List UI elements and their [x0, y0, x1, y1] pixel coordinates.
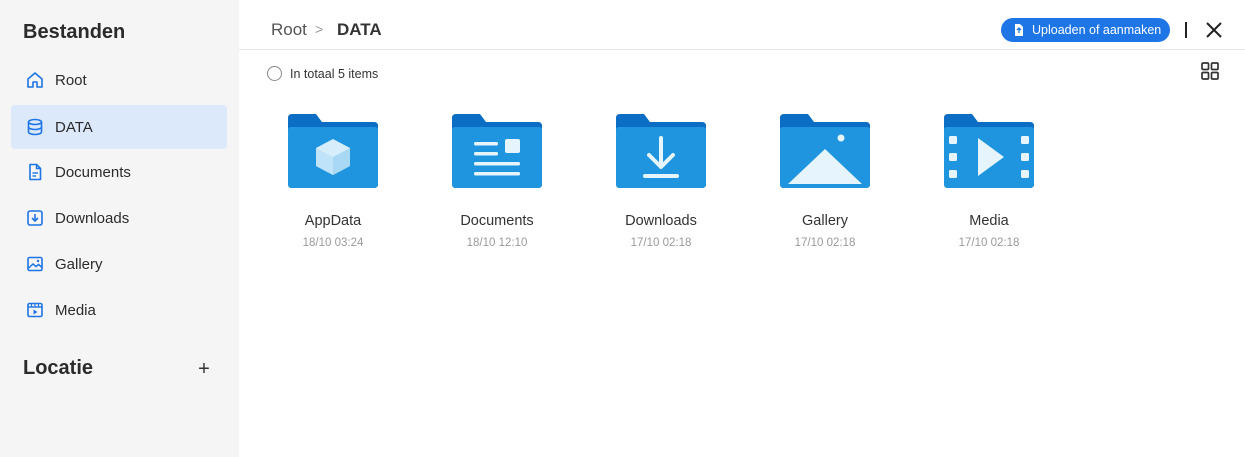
- upload-button-label: Uploaden of aanmaken: [1032, 23, 1162, 37]
- sidebar-item-label: Gallery: [55, 255, 103, 273]
- sidebar-item-label: Root: [55, 71, 87, 89]
- item-count: In totaal 5 items: [290, 67, 379, 81]
- sidebar-item-label: Media: [55, 301, 96, 319]
- document-icon: [25, 162, 45, 182]
- file-name: Media: [969, 213, 1009, 229]
- file-date: 17/10 02:18: [958, 237, 1020, 249]
- sidebar-item-documents[interactable]: Documents: [11, 150, 227, 194]
- home-icon: [25, 70, 45, 90]
- file-tile-gallery[interactable]: Gallery 17/10 02:18: [760, 110, 890, 260]
- sidebar-item-root[interactable]: Root: [11, 58, 227, 102]
- breadcrumb-current: DATA: [337, 20, 382, 39]
- media-folder-icon: [944, 114, 1034, 188]
- download-icon: [25, 208, 45, 228]
- upload-button[interactable]: Uploaden of aanmaken: [1001, 18, 1170, 42]
- file-name: AppData: [304, 213, 362, 229]
- add-location-button[interactable]: +: [194, 358, 214, 380]
- sidebar-item-downloads[interactable]: Downloads: [11, 196, 227, 240]
- file-name: Downloads: [625, 213, 697, 229]
- breadcrumb-root[interactable]: Root: [271, 20, 307, 40]
- file-tile-downloads[interactable]: Downloads 17/10 02:18: [596, 110, 726, 260]
- grid-view-icon[interactable]: [1201, 62, 1219, 80]
- file-date: 17/10 02:18: [794, 237, 856, 249]
- documents-folder-icon: [452, 114, 542, 188]
- sidebar-title: Bestanden: [23, 21, 126, 43]
- image-icon: [25, 254, 45, 274]
- file-name: Documents: [460, 213, 534, 229]
- gallery-folder-icon: [780, 114, 870, 188]
- video-icon: [25, 300, 45, 320]
- file-name: Gallery: [802, 213, 848, 229]
- file-date: 18/10 03:24: [302, 237, 364, 249]
- location-title: Locatie: [23, 357, 94, 379]
- header: Root > DATA Uploaden of aanmaken: [239, 0, 1245, 50]
- file-tile-media[interactable]: Media 17/10 02:18: [924, 110, 1054, 260]
- sidebar-item-data[interactable]: DATA: [11, 105, 227, 149]
- sidebar-item-label: DATA: [55, 118, 93, 136]
- database-icon: [25, 117, 45, 137]
- appdata-folder-icon: [288, 114, 378, 188]
- header-divider: [1185, 22, 1187, 38]
- upload-icon: [1015, 24, 1023, 36]
- sidebar-item-label: Downloads: [55, 209, 130, 227]
- main-panel: Root > DATA Uploaden of aanmaken In tota…: [239, 0, 1245, 457]
- file-date: 18/10 12:10: [466, 237, 528, 249]
- downloads-folder-icon: [616, 114, 706, 188]
- close-icon[interactable]: [1205, 21, 1223, 39]
- sidebar-item-label: Documents: [55, 163, 131, 181]
- file-tile-appdata[interactable]: AppData 18/10 03:24: [268, 110, 398, 260]
- sidebar: Bestanden Root DATA Documents Downloads …: [0, 0, 239, 457]
- file-date: 17/10 02:18: [630, 237, 692, 249]
- breadcrumb-separator: >: [315, 21, 324, 37]
- select-all-radio[interactable]: [267, 66, 282, 81]
- sidebar-item-gallery[interactable]: Gallery: [11, 242, 227, 286]
- sidebar-item-media[interactable]: Media: [11, 288, 227, 332]
- file-tile-documents[interactable]: Documents 18/10 12:10: [432, 110, 562, 260]
